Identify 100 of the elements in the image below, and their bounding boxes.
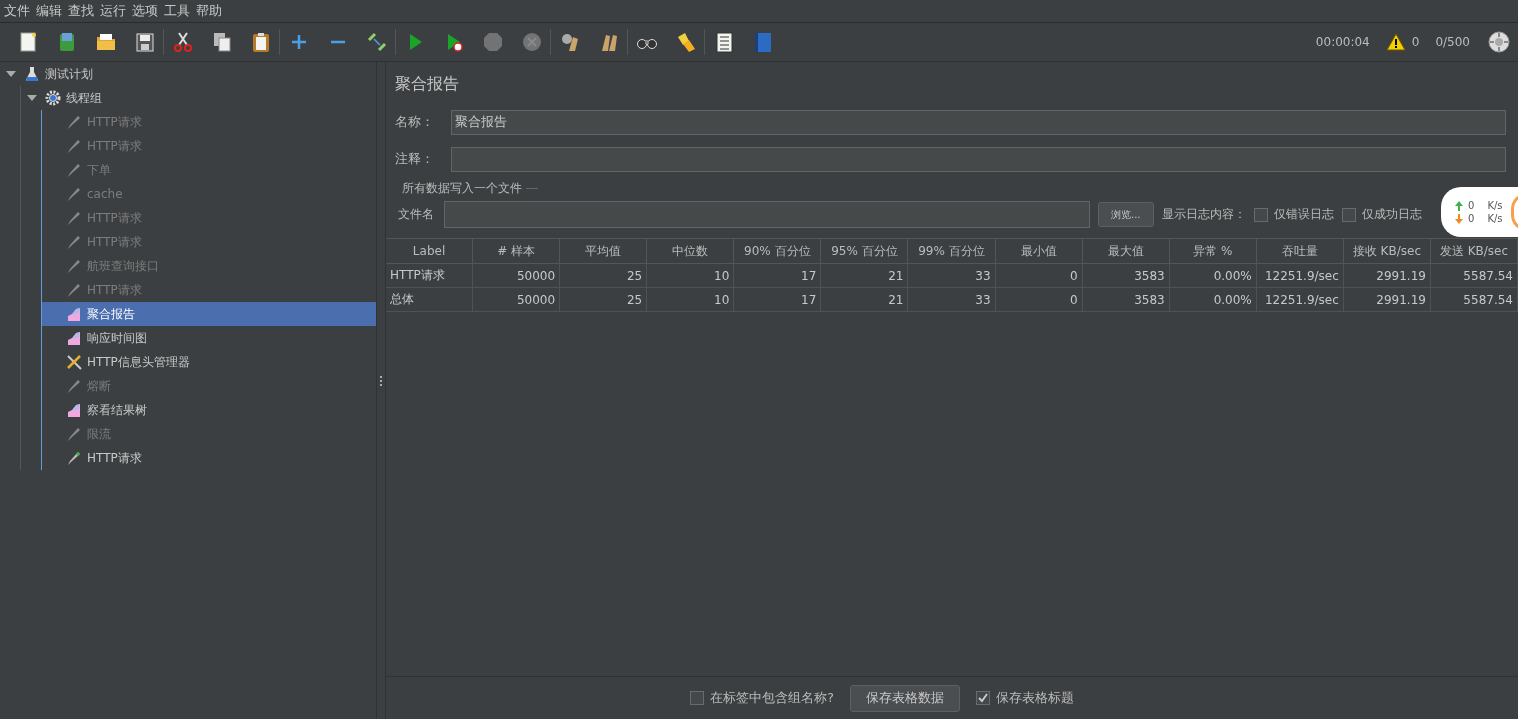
pipette-icon [66, 258, 82, 274]
menu-item[interactable]: 文件 [2, 2, 34, 20]
menu-item[interactable]: 选项 [130, 2, 162, 20]
pipette-icon [66, 378, 82, 394]
menu-item[interactable]: 查找 [66, 2, 98, 20]
menu-item[interactable]: 帮助 [194, 2, 226, 20]
field-label: 名称： [395, 114, 435, 131]
table-cell: 50000 [473, 288, 561, 312]
pipette-icon [66, 114, 82, 130]
tools-icon [66, 354, 82, 370]
table-cell: 25 [560, 264, 648, 288]
pipette-icon [66, 138, 82, 154]
table-cell: 17 [734, 288, 822, 312]
chart-icon [66, 402, 82, 418]
table-cell: 50000 [473, 264, 561, 288]
table-cell: 21 [821, 264, 909, 288]
browse-button[interactable]: 浏览... [1098, 202, 1154, 227]
column-header[interactable]: 最大值 [1082, 239, 1170, 264]
table-cell: 17 [734, 264, 822, 288]
checkbox-label: 仅成功日志 [1361, 206, 1422, 223]
speed-value: 0 [1468, 200, 1475, 211]
tree-item[interactable]: 响应时间图 [87, 329, 147, 347]
pipette-icon [66, 234, 82, 250]
warning-count: 0 [1411, 35, 1420, 49]
table-cell: 12251.9/sec [1256, 288, 1344, 312]
tree-item[interactable]: 察看结果树 [87, 401, 147, 419]
table-cell: 3583 [1082, 288, 1170, 312]
gear-icon [45, 90, 61, 106]
column-header[interactable]: 90% 百分位 [734, 239, 822, 264]
table-cell: 33 [908, 264, 996, 288]
name-field[interactable]: 聚合报告 [451, 110, 1506, 135]
pipette-icon [66, 162, 82, 178]
comment-field[interactable] [451, 147, 1506, 172]
menu-item[interactable]: 编辑 [34, 2, 66, 20]
field-label: 文件名 [398, 206, 435, 223]
flask-icon [24, 66, 40, 82]
panel-title: 聚合报告 [394, 73, 460, 95]
table-cell: 0 [995, 264, 1083, 288]
chart-icon [66, 330, 82, 346]
checkbox-label: 仅错误日志 [1273, 206, 1334, 223]
tree-item[interactable]: HTTP信息头管理器 [87, 353, 190, 371]
column-header[interactable]: 95% 百分位 [821, 239, 909, 264]
warning-icon[interactable] [1385, 33, 1406, 51]
speed-unit: K/s [1487, 200, 1503, 211]
menu-item[interactable]: 工具 [162, 2, 194, 20]
table-cell: 5587.54 [1430, 288, 1518, 312]
checkbox[interactable] [1253, 207, 1268, 222]
scissors-icon[interactable] [171, 31, 194, 53]
toggle-icon[interactable] [365, 31, 388, 53]
upload-arrow-icon [1455, 200, 1463, 211]
table-cell: 12251.9/sec [1256, 264, 1344, 288]
splitter-handle[interactable] [376, 62, 386, 719]
tree-item[interactable]: 测试计划 [45, 65, 93, 83]
checkbox-label: 保存表格标题 [995, 689, 1074, 707]
column-header[interactable]: Label [386, 239, 474, 264]
checkbox[interactable] [690, 691, 705, 705]
column-header[interactable]: 平均值 [560, 239, 648, 264]
expand-arrow-icon[interactable] [27, 94, 37, 102]
thread-count: 0/500 [1435, 35, 1470, 49]
expand-arrow-icon[interactable] [6, 70, 16, 78]
field-label: 显示日志内容： [1161, 206, 1246, 223]
tree-item[interactable]: 线程组 [66, 89, 102, 107]
column-header[interactable]: # 样本 [473, 239, 561, 264]
menu-item[interactable]: 运行 [98, 2, 130, 20]
table-cell: 0.00% [1169, 288, 1257, 312]
checkbox-label: 在标签中包含组名称? [710, 689, 834, 707]
column-header[interactable]: 中位数 [647, 239, 735, 264]
chart-icon [66, 306, 82, 322]
folder-icon[interactable] [94, 31, 117, 53]
table-cell: 2991.19 [1343, 264, 1431, 288]
table-cell: 10 [647, 288, 735, 312]
table-cell: 25 [560, 288, 648, 312]
pipette-icon [66, 450, 82, 466]
column-header[interactable]: 吞吐量 [1256, 239, 1344, 264]
column-header[interactable]: 发送 KB/sec [1430, 239, 1518, 264]
table-cell: 21 [821, 288, 909, 312]
column-header[interactable]: 最小值 [995, 239, 1083, 264]
table-cell: 总体 [386, 288, 474, 312]
column-header[interactable]: 99% 百分位 [908, 239, 996, 264]
group-title: 所有数据写入一个文件 [402, 180, 522, 197]
file-name-field[interactable] [444, 201, 1090, 228]
checkbox[interactable] [975, 691, 990, 705]
column-header[interactable]: 接收 KB/sec [1343, 239, 1431, 264]
speed-unit: K/s [1487, 213, 1503, 224]
tree-item[interactable]: HTTP请求 [87, 449, 142, 467]
pipette-icon [66, 282, 82, 298]
save-table-button[interactable]: 保存表格数据 [849, 684, 960, 712]
elapsed-time: 00:00:04 [1315, 35, 1370, 49]
table-cell: 0 [995, 288, 1083, 312]
table-cell: 10 [647, 264, 735, 288]
table-cell: 0.00% [1169, 264, 1257, 288]
pipette-icon [66, 186, 82, 202]
table-cell: 5587.54 [1430, 264, 1518, 288]
table-cell: 33 [908, 288, 996, 312]
table-cell: 3583 [1082, 264, 1170, 288]
remote-icon[interactable] [1488, 31, 1510, 53]
checkbox[interactable] [1341, 207, 1356, 222]
column-header[interactable]: 异常 % [1169, 239, 1257, 264]
download-arrow-icon [1455, 213, 1463, 224]
tree-item[interactable]: 聚合报告 [87, 305, 135, 323]
